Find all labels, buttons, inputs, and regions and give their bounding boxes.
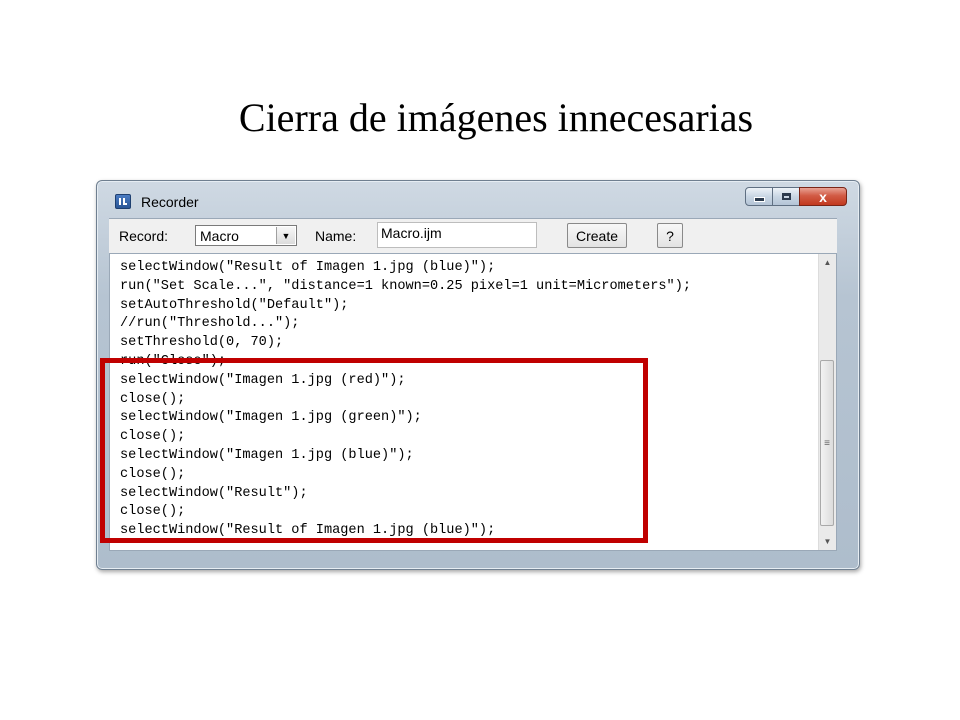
code-line: setThreshold(0, 70); — [120, 335, 284, 351]
code-line: close(); — [120, 504, 186, 520]
close-icon: x — [819, 188, 827, 205]
record-mode-value: Macro — [200, 228, 239, 244]
maximize-icon — [781, 193, 791, 200]
title-bar[interactable]: Recorder x — [97, 181, 859, 217]
code-line: selectWindow("Imagen 1.jpg (blue)"); — [120, 447, 414, 463]
code-line: run("Close"); — [120, 353, 227, 369]
vertical-scrollbar[interactable]: ▲ ≡ ▼ — [818, 254, 836, 550]
help-button[interactable]: ? — [657, 223, 683, 248]
chevron-down-icon[interactable]: ▼ — [276, 227, 295, 244]
record-label: Record: — [119, 228, 169, 244]
name-label: Name: — [315, 228, 357, 244]
recorder-window: Recorder x Record: Macro ▼ Name: Macro.i… — [96, 180, 860, 570]
code-line: close(); — [120, 429, 186, 445]
macro-code[interactable]: selectWindow("Result of Imagen 1.jpg (bl… — [120, 259, 691, 541]
caption-buttons: x — [745, 187, 847, 207]
window-title: Recorder — [141, 194, 199, 210]
scroll-up-icon[interactable]: ▲ — [819, 254, 836, 271]
scroll-down-icon[interactable]: ▼ — [819, 533, 836, 550]
create-button[interactable]: Create — [567, 223, 627, 248]
code-line: selectWindow("Result"); — [120, 485, 308, 501]
code-line: close(); — [120, 466, 186, 482]
record-mode-select[interactable]: Macro ▼ — [195, 225, 297, 246]
code-line: run("Set Scale...", "distance=1 known=0.… — [120, 278, 692, 294]
recorder-toolbar: Record: Macro ▼ Name: Macro.ijm Create ? — [109, 218, 837, 253]
scrollbar-thumb[interactable]: ≡ — [820, 360, 834, 526]
imagej-icon — [115, 194, 131, 209]
minimize-button[interactable] — [745, 187, 773, 206]
slide-title: Cierra de imágenes innecesarias — [238, 95, 754, 140]
macro-name-field[interactable]: Macro.ijm — [377, 222, 537, 248]
code-line: close(); — [120, 391, 186, 407]
code-line: selectWindow("Result of Imagen 1.jpg (bl… — [120, 260, 496, 275]
code-line: selectWindow("Imagen 1.jpg (red)"); — [120, 372, 406, 388]
minimize-icon — [753, 197, 765, 202]
code-line: setAutoThreshold("Default"); — [120, 297, 349, 313]
maximize-button[interactable] — [772, 187, 800, 206]
code-line: selectWindow("Result of Imagen 1.jpg (bl… — [120, 523, 496, 539]
close-button[interactable]: x — [799, 187, 847, 206]
code-line: //run("Threshold..."); — [120, 316, 300, 332]
macro-editor[interactable]: selectWindow("Result of Imagen 1.jpg (bl… — [109, 253, 837, 551]
code-line: selectWindow("Imagen 1.jpg (green)"); — [120, 410, 422, 426]
